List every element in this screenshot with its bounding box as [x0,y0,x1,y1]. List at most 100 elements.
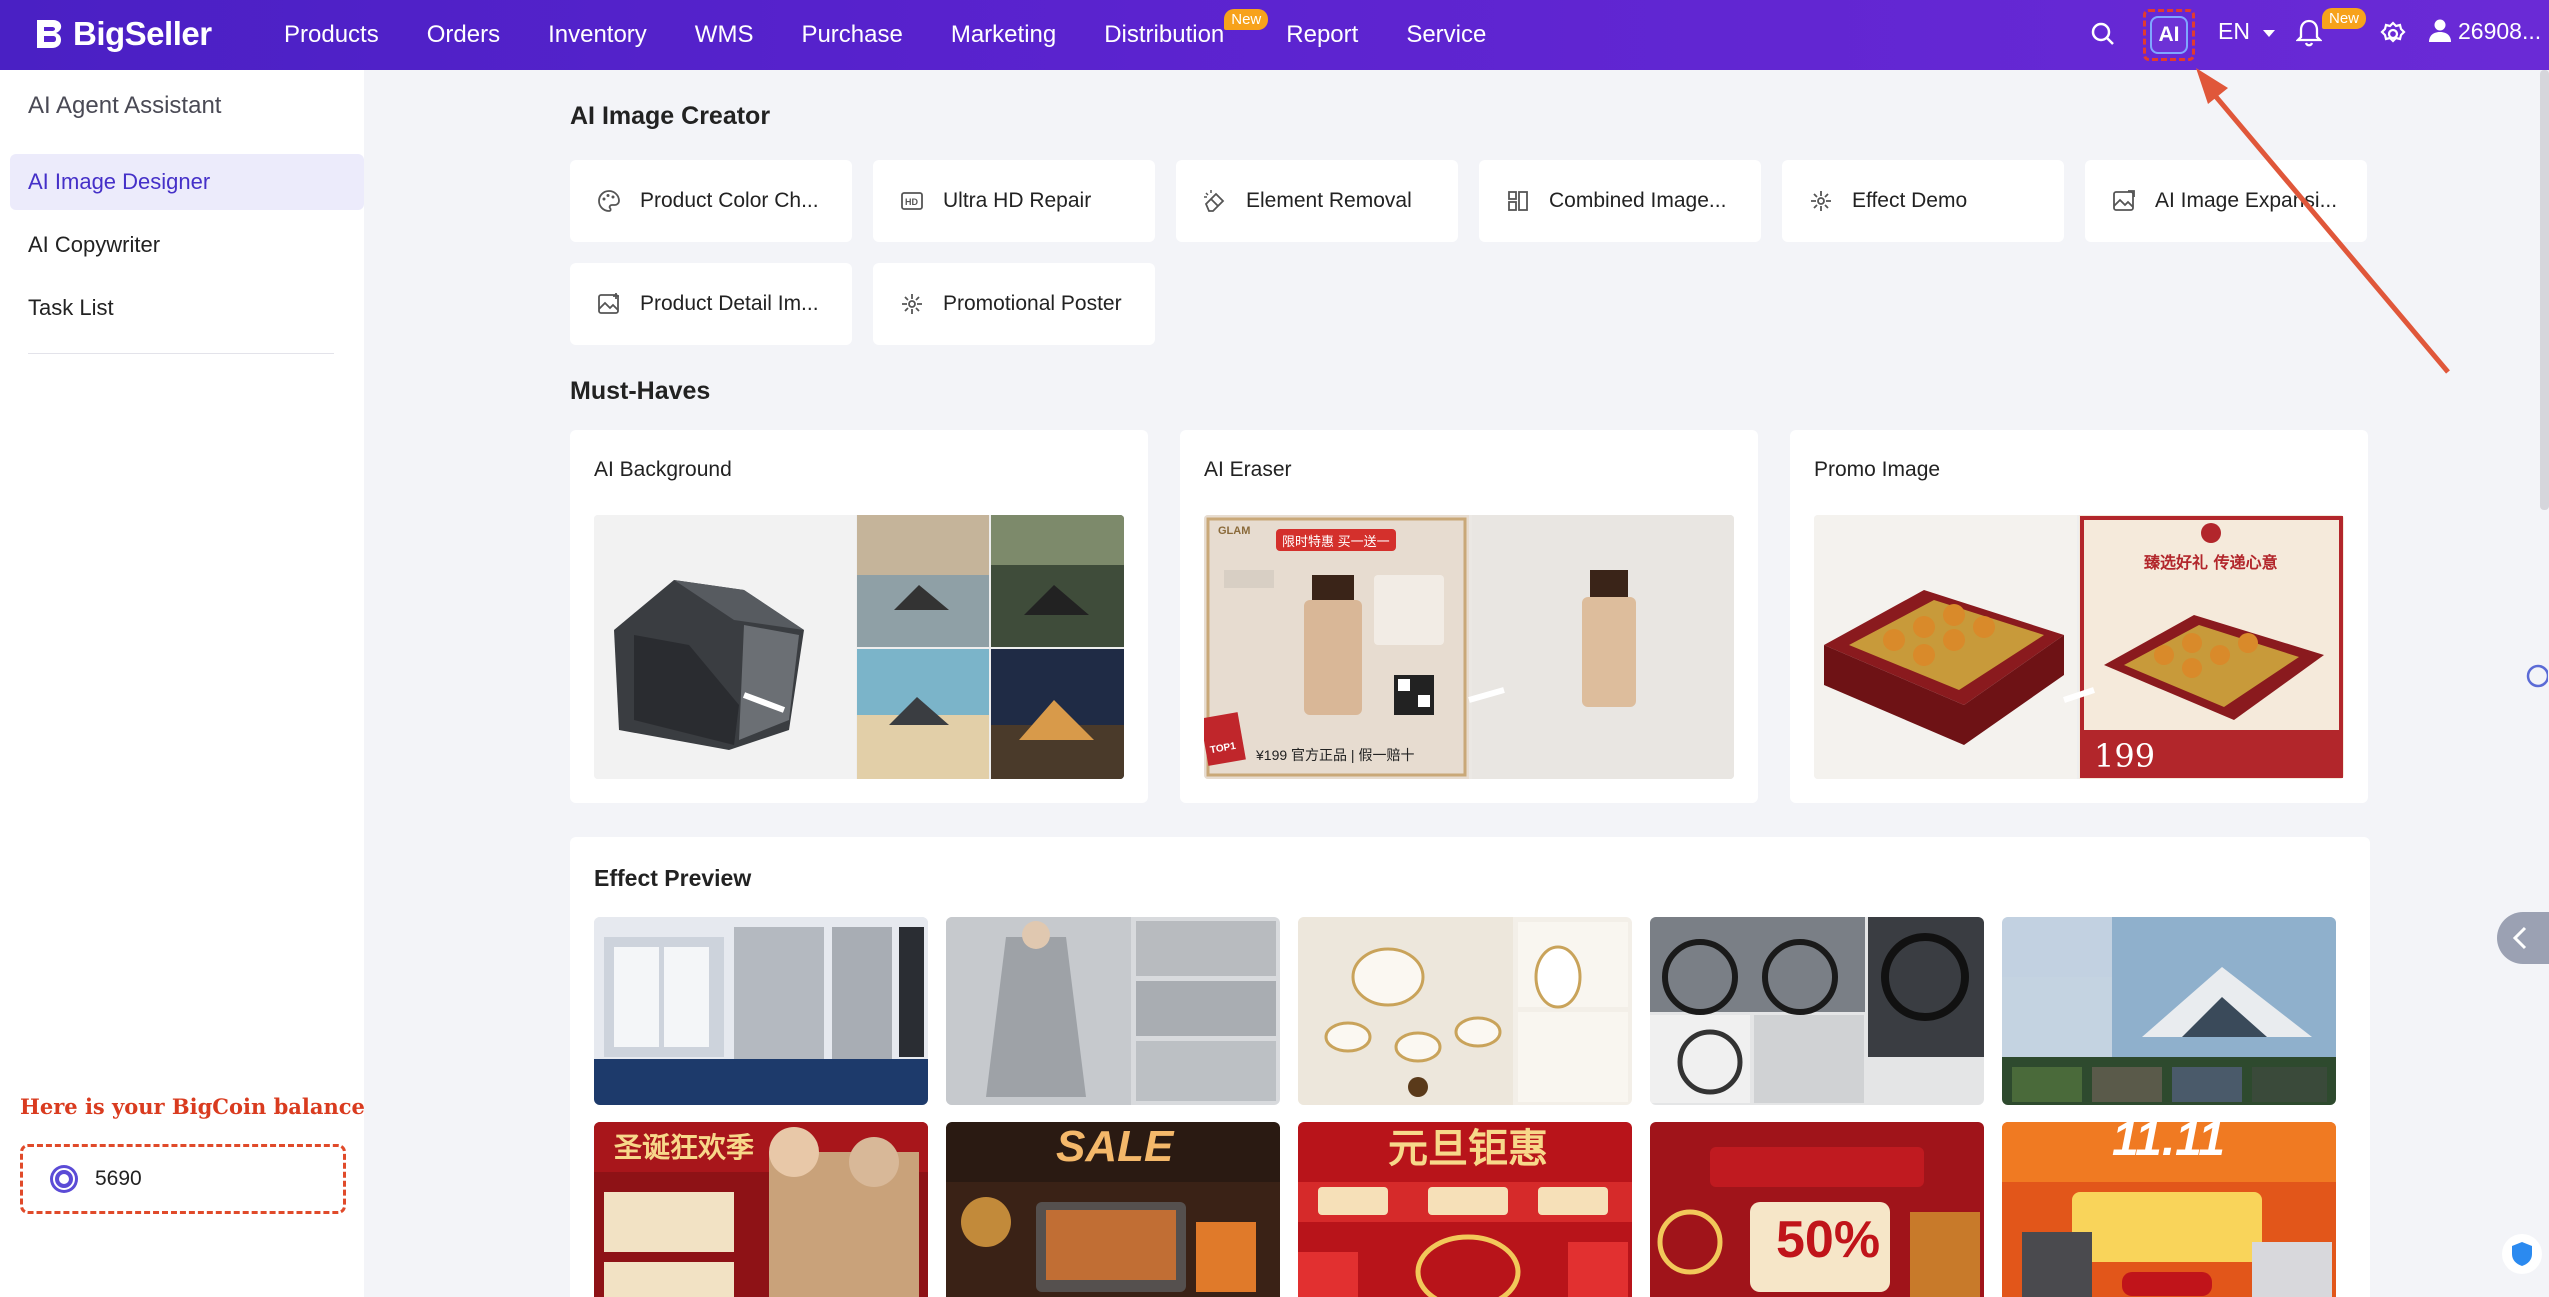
user-name: 26908... [2458,18,2542,44]
language-selector[interactable]: EN [2218,18,2276,45]
top-navigation-bar: BigSeller Products Orders Inventory WMS … [0,0,2549,70]
sidebar-item-task-list[interactable]: Task List [10,280,364,336]
tool-label: Product Color Ch... [640,189,819,212]
image-plus-icon [598,293,619,314]
tool-label: Product Detail Im... [640,292,819,315]
ai-assistant-button[interactable]: AI [2143,9,2195,61]
chevron-down-icon [2263,30,2276,37]
chevron-left-icon [2512,926,2527,950]
nav-wms[interactable]: WMS [695,21,754,49]
bigcoin-icon [50,1165,78,1193]
price-text: ¥199 官方正品 | 假一赔十 [1256,747,1415,763]
tool-label: Combined Image... [1549,189,1727,212]
bigcoin-balance[interactable]: 5690 [20,1144,346,1214]
nav-distribution-label: Distribution [1104,21,1225,48]
user-icon [2429,19,2451,42]
effect-thumb-black-friday[interactable]: SALE [946,1122,1280,1297]
tool-ultra-hd-repair[interactable]: HD Ultra HD Repair [873,160,1155,242]
new-badge: New [1224,9,1269,30]
nav-report[interactable]: Report [1286,21,1358,49]
logo-text: BigSeller [73,15,212,52]
scrollbar[interactable] [2540,70,2549,510]
nav-service[interactable]: Service [1406,21,1486,49]
ai-label: AI [2150,16,2188,54]
nav-distribution[interactable]: Distribution New [1104,9,1269,49]
must-have-ai-background[interactable]: AI Background [570,430,1148,803]
sparkle-icon [1811,191,1831,211]
card-title: AI Background [594,458,732,481]
sidebar-divider [28,353,334,354]
brand-text: GLAM [1218,525,1251,537]
language-label: EN [2218,18,2250,44]
tool-label: Ultra HD Repair [943,189,1092,212]
hd-icon: HD [901,192,923,210]
tool-element-removal[interactable]: Element Removal [1176,160,1458,242]
must-have-promo-image[interactable]: Promo Image 臻选好礼 传递心意 199 [1790,430,2368,803]
card-title: Promo Image [1814,458,1941,481]
effect-thumb-newyear-jewelry[interactable]: 元旦钜惠 [1298,1122,1632,1297]
main-content: AI Image Creator Product Color Ch... HD … [364,70,2549,1297]
effect-thumb-coat[interactable] [946,917,1280,1105]
bell-icon [2295,19,2323,47]
tool-label: Element Removal [1246,189,1412,212]
tool-label: Promotional Poster [943,292,1122,315]
palette-icon [598,190,620,212]
main-nav: Products Orders Inventory WMS Purchase M… [284,0,1534,70]
poster-text: 圣诞狂欢季 [614,1132,755,1163]
tool-label: AI Image Expansi... [2155,189,2338,212]
poster-text: 11.11 [2112,1122,2225,1166]
search-icon[interactable] [2090,20,2116,48]
nav-products[interactable]: Products [284,21,379,49]
tool-promotional-poster[interactable]: Promotional Poster [873,263,1155,345]
bigseller-logo-icon [37,20,62,48]
card-title: AI Eraser [1204,458,1292,481]
tool-combined-image[interactable]: Combined Image... [1479,160,1761,242]
ai-eraser-preview-image: 限时特惠 买一送一 GLAM TOP1 ¥199 官方正品 | 假一赔十 [1204,515,1734,779]
nav-orders[interactable]: Orders [427,21,500,49]
effect-thumb-bicycle[interactable] [1650,917,1984,1105]
poster-text: 元旦钜惠 [1388,1127,1548,1171]
gear-icon[interactable] [2380,21,2406,47]
sparkle-icon [902,294,922,314]
tool-label: Effect Demo [1852,189,1968,212]
sidebar-item-ai-image-designer[interactable]: AI Image Designer [10,154,364,210]
sidebar-title: AI Agent Assistant [28,92,222,119]
promo-price: 199 [2094,737,2156,775]
poster-text: 50% [1776,1211,1881,1269]
tool-effect-demo[interactable]: Effect Demo [1782,160,2064,242]
effect-thumb-christmas-poster[interactable]: 圣诞狂欢季 [594,1122,928,1297]
poster-text: SALE [1056,1122,1174,1171]
ai-background-preview-image [594,515,1124,779]
balance-value: 5690 [95,1167,142,1190]
effect-preview-section: Effect Preview 圣诞狂欢季 SALE 元旦钜惠 50% 11.11 [570,837,2370,1297]
notification-badge: New [2321,8,2366,29]
tool-product-detail-image[interactable]: Product Detail Im... [570,263,852,345]
svg-text:HD: HD [905,197,918,207]
effect-preview-title: Effect Preview [594,865,752,891]
effect-thumb-tent[interactable] [2002,917,2336,1105]
promo-headline: 臻选好礼 传递心意 [2144,553,2278,572]
effect-thumb-refrigerator[interactable] [594,917,928,1105]
effect-thumb-thai-sale[interactable]: 50% [1650,1122,1984,1297]
must-have-ai-eraser[interactable]: AI Eraser 限时特惠 买一送一 GLAM TOP1 ¥199 官方正品 … [1180,430,1758,803]
circle-icon[interactable] [2524,662,2548,690]
effect-thumb-teaset[interactable] [1298,917,1632,1105]
ai-image-creator-title: AI Image Creator [570,102,771,130]
shield-icon[interactable] [2500,1232,2544,1276]
bigseller-logo[interactable]: BigSeller [31,14,212,54]
nav-marketing[interactable]: Marketing [951,21,1056,49]
effect-thumb-11-11-sale[interactable]: 11.11 [2002,1122,2336,1297]
promo-text: 限时特惠 买一送一 [1282,534,1390,549]
notification-button[interactable]: New [2295,8,2366,53]
collapse-panel-button[interactable] [2497,912,2549,964]
balance-hint: Here is your BigCoin balance [20,1094,365,1119]
eraser-icon [1204,190,1225,212]
tool-ai-image-expansion[interactable]: AI Image Expansi... [2085,160,2367,242]
promo-image-preview-image: 臻选好礼 传递心意 199 [1814,515,2344,779]
image-expand-icon [2113,190,2135,211]
sidebar-item-ai-copywriter[interactable]: AI Copywriter [10,217,364,273]
nav-inventory[interactable]: Inventory [548,21,647,49]
tool-product-color-change[interactable]: Product Color Ch... [570,160,852,242]
nav-purchase[interactable]: Purchase [801,21,902,49]
user-menu[interactable]: 26908... [2428,18,2541,45]
